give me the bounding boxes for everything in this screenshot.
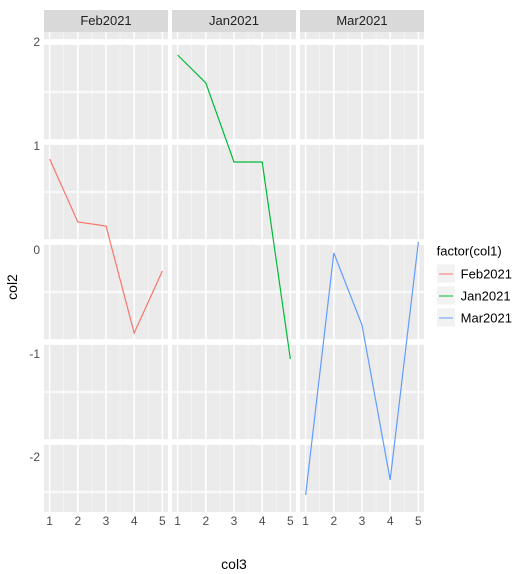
x-tick-label: 3 — [359, 514, 366, 528]
legend-item-label: Mar2021 — [461, 310, 512, 325]
y-tick-label: 1 — [33, 139, 40, 153]
x-axis-ticks: 1 2 3 4 5 — [300, 512, 424, 530]
x-tick-label: 1 — [174, 514, 181, 528]
facet-row: Feb2021 1 2 3 4 5 Jan2021 1 2 3 4 5 Mar2021 1 2 3 4 5 — [44, 10, 424, 530]
facet-panel-body — [44, 32, 168, 512]
legend-item: Feb2021 — [437, 265, 512, 283]
x-tick-label: 5 — [415, 514, 422, 528]
legend-item: Jan2021 — [437, 287, 512, 305]
x-tick-label: 3 — [103, 514, 110, 528]
facet-strip-label: Jan2021 — [172, 10, 296, 32]
facet-panel: Jan2021 1 2 3 4 5 — [172, 10, 296, 530]
x-tick-label: 4 — [259, 514, 266, 528]
legend-item: Mar2021 — [437, 309, 512, 327]
x-tick-label: 4 — [131, 514, 138, 528]
x-tick-label: 2 — [202, 514, 209, 528]
x-axis-ticks: 1 2 3 4 5 — [172, 512, 296, 530]
x-tick-label: 5 — [287, 514, 294, 528]
legend-item-label: Jan2021 — [461, 288, 511, 303]
plot-region: -2-1012 Feb202112345Jan202112345Mar20211… — [44, 10, 424, 530]
y-tick-label: -2 — [29, 450, 40, 464]
x-tick-label: 5 — [159, 514, 166, 528]
x-tick-label: 2 — [330, 514, 337, 528]
x-axis-ticks: 1 2 3 4 5 — [44, 512, 168, 530]
y-tick-label: -1 — [29, 347, 40, 361]
facet-strip-label: Feb2021 — [44, 10, 168, 32]
facet-strip-label: Mar2021 — [300, 10, 424, 32]
faceted-line-chart: col2 -2-1012 Feb202112345Jan202112345Mar… — [0, 0, 518, 574]
legend: factor(col1) Feb2021 Jan2021 Mar2021 — [437, 244, 512, 331]
x-tick-label: 4 — [387, 514, 394, 528]
facet-panel: Feb2021 1 2 3 4 5 — [44, 10, 168, 530]
legend-item-label: Feb2021 — [461, 266, 512, 281]
legend-key-line-icon — [437, 309, 455, 327]
facet-panel-body — [300, 32, 424, 512]
facet-panel: Mar2021 1 2 3 4 5 — [300, 10, 424, 530]
facet-panel-body — [172, 32, 296, 512]
y-tick-label: 2 — [33, 35, 40, 49]
y-axis-ticks: -2 -1 0 1 2 — [18, 32, 40, 530]
y-tick-label: 0 — [33, 243, 40, 257]
legend-title: factor(col1) — [437, 244, 512, 259]
x-tick-label: 1 — [46, 514, 53, 528]
legend-key-line-icon — [437, 287, 455, 305]
x-axis-title: col3 — [44, 556, 424, 572]
x-tick-label: 1 — [302, 514, 309, 528]
x-tick-label: 2 — [74, 514, 81, 528]
x-tick-label: 3 — [231, 514, 238, 528]
legend-key-line-icon — [437, 265, 455, 283]
